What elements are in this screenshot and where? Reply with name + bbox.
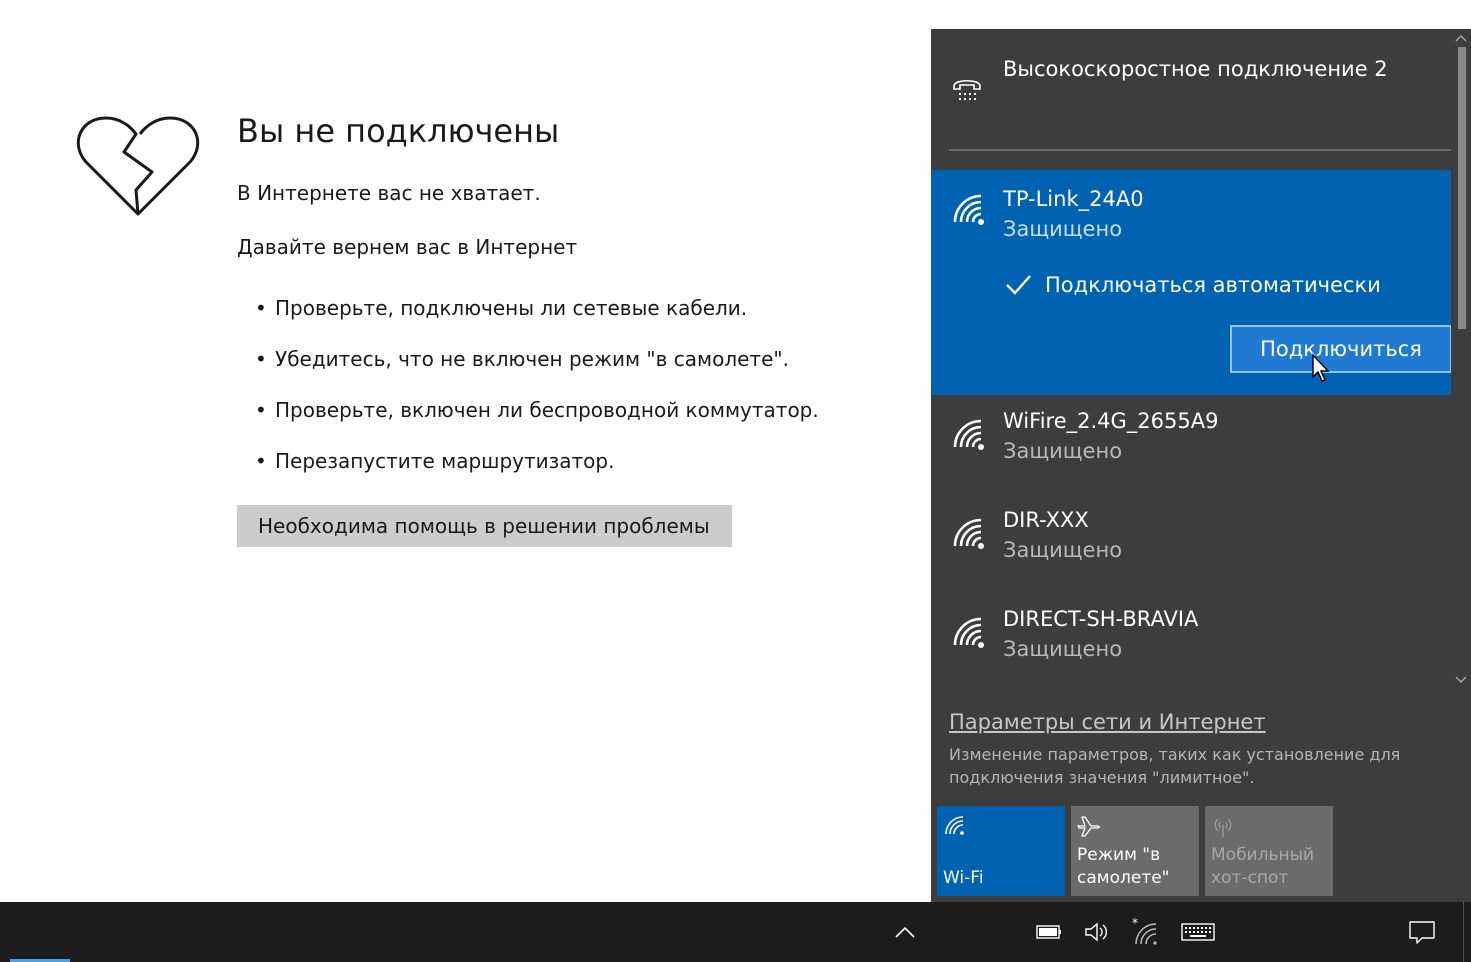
network-status: Защищено <box>1003 217 1123 241</box>
tip-item: • Проверьте, включен ли беспроводной комм… <box>255 398 819 422</box>
network-name: DIR-XXX <box>1003 508 1089 532</box>
tip-text: Убедитесь, что не включен режим "в самол… <box>275 347 789 371</box>
auto-connect-label: Подключаться автоматически <box>1045 273 1381 297</box>
action-center-icon[interactable] <box>1408 918 1436 946</box>
wifi-secured-icon <box>953 194 984 225</box>
wifi-icon <box>945 816 964 835</box>
tip-text: Перезапустите маршрутизатор. <box>275 449 615 473</box>
network-list-scrollbar[interactable] <box>1451 29 1471 689</box>
wifi-network-item[interactable]: DIR-XXX Защищено <box>931 494 1451 590</box>
tip-text: Проверьте, подключены ли сетевые кабели. <box>275 296 748 320</box>
mobile-hotspot-quick-action[interactable]: Мобильный хот-спот <box>1205 806 1333 896</box>
tip-item: • Проверьте, подключены ли сетевые кабели… <box>255 296 748 320</box>
taskbar: * <box>0 902 1471 962</box>
scrollbar-thumb[interactable] <box>1458 47 1466 329</box>
divider <box>949 149 1452 151</box>
network-status: Защищено <box>1003 637 1123 661</box>
scroll-down-icon[interactable] <box>1455 675 1467 685</box>
get-help-button[interactable]: Необходима помощь в решении проблемы <box>237 505 732 547</box>
touch-keyboard-icon[interactable] <box>1181 918 1215 946</box>
connect-button[interactable]: Подключиться <box>1230 325 1452 373</box>
mobile-hotspot-label: Мобильный хот-спот <box>1211 845 1315 888</box>
tip-text: Проверьте, включен ли беспроводной комму… <box>275 398 819 422</box>
svg-text:*: * <box>1132 918 1138 930</box>
wifi-network-item[interactable]: WiFire_2.4G_2655A9 Защищено <box>931 395 1451 491</box>
wifi-secured-icon <box>953 617 984 648</box>
checkmark-icon <box>1006 275 1031 295</box>
page-subtitle: В Интернете вас не хватает. <box>237 181 541 205</box>
tip-item: • Перезапустите маршрутизатор. <box>255 449 615 473</box>
show-hidden-icons-chevron-up-icon[interactable] <box>893 918 917 946</box>
network-name: TP-Link_24A0 <box>1003 187 1144 211</box>
wifi-secured-icon <box>953 419 984 450</box>
mouse-cursor-icon <box>1312 353 1330 382</box>
page-title: Вы не подключены <box>237 112 560 150</box>
network-name: WiFire_2.4G_2655A9 <box>1003 409 1219 433</box>
scroll-up-icon[interactable] <box>1455 33 1467 43</box>
auto-connect-checkbox[interactable]: Подключаться автоматически <box>1003 270 1381 300</box>
dialup-connection-name: Высокоскоростное подключение 2 <box>1003 57 1388 81</box>
hotspot-icon <box>1214 818 1232 837</box>
dialup-connection-item[interactable]: Высокоскоростное подключение 2 <box>931 29 1451 149</box>
airplane-icon <box>1077 816 1100 837</box>
network-settings-description: Изменение параметров, таких как установл… <box>949 745 1401 787</box>
network-status: Защищено <box>1003 538 1123 562</box>
dialup-icon <box>953 79 981 100</box>
show-desktop-button[interactable] <box>1463 902 1464 962</box>
wifi-quick-action[interactable]: Wi-Fi <box>937 806 1065 896</box>
wifi-quick-action-label: Wi-Fi <box>943 868 984 888</box>
tip-item: • Убедитесь, что не включен режим "в само… <box>255 347 789 371</box>
airplane-mode-quick-action[interactable]: Режим "в самолете" <box>1071 806 1199 896</box>
battery-icon[interactable] <box>1036 918 1062 946</box>
network-available-icon[interactable]: * <box>1130 918 1158 946</box>
network-name: DIRECT-SH-BRAVIA <box>1003 607 1199 631</box>
volume-icon[interactable] <box>1084 918 1110 946</box>
wifi-network-selected[interactable]: TP-Link_24A0 Защищено Подключаться автом… <box>931 170 1471 395</box>
airplane-mode-label: Режим "в самолете" <box>1077 845 1170 888</box>
troubleshoot-tips-list: • Проверьте, подключены ли сетевые кабели… <box>255 296 819 500</box>
network-status-page: Вы не подключены В Интернете вас не хват… <box>0 0 930 902</box>
page-lead: Давайте вернем вас в Интернет <box>237 235 578 259</box>
network-flyout: Высокоскоростное подключение 2 TP-Link_2… <box>931 29 1471 902</box>
network-status: Защищено <box>1003 439 1123 463</box>
broken-heart-icon <box>76 116 200 216</box>
wifi-secured-icon <box>953 518 984 549</box>
wifi-network-item[interactable]: DIRECT-SH-BRAVIA Защищено <box>931 593 1451 689</box>
network-settings-link[interactable]: Параметры сети и Интернет <box>949 710 1266 734</box>
